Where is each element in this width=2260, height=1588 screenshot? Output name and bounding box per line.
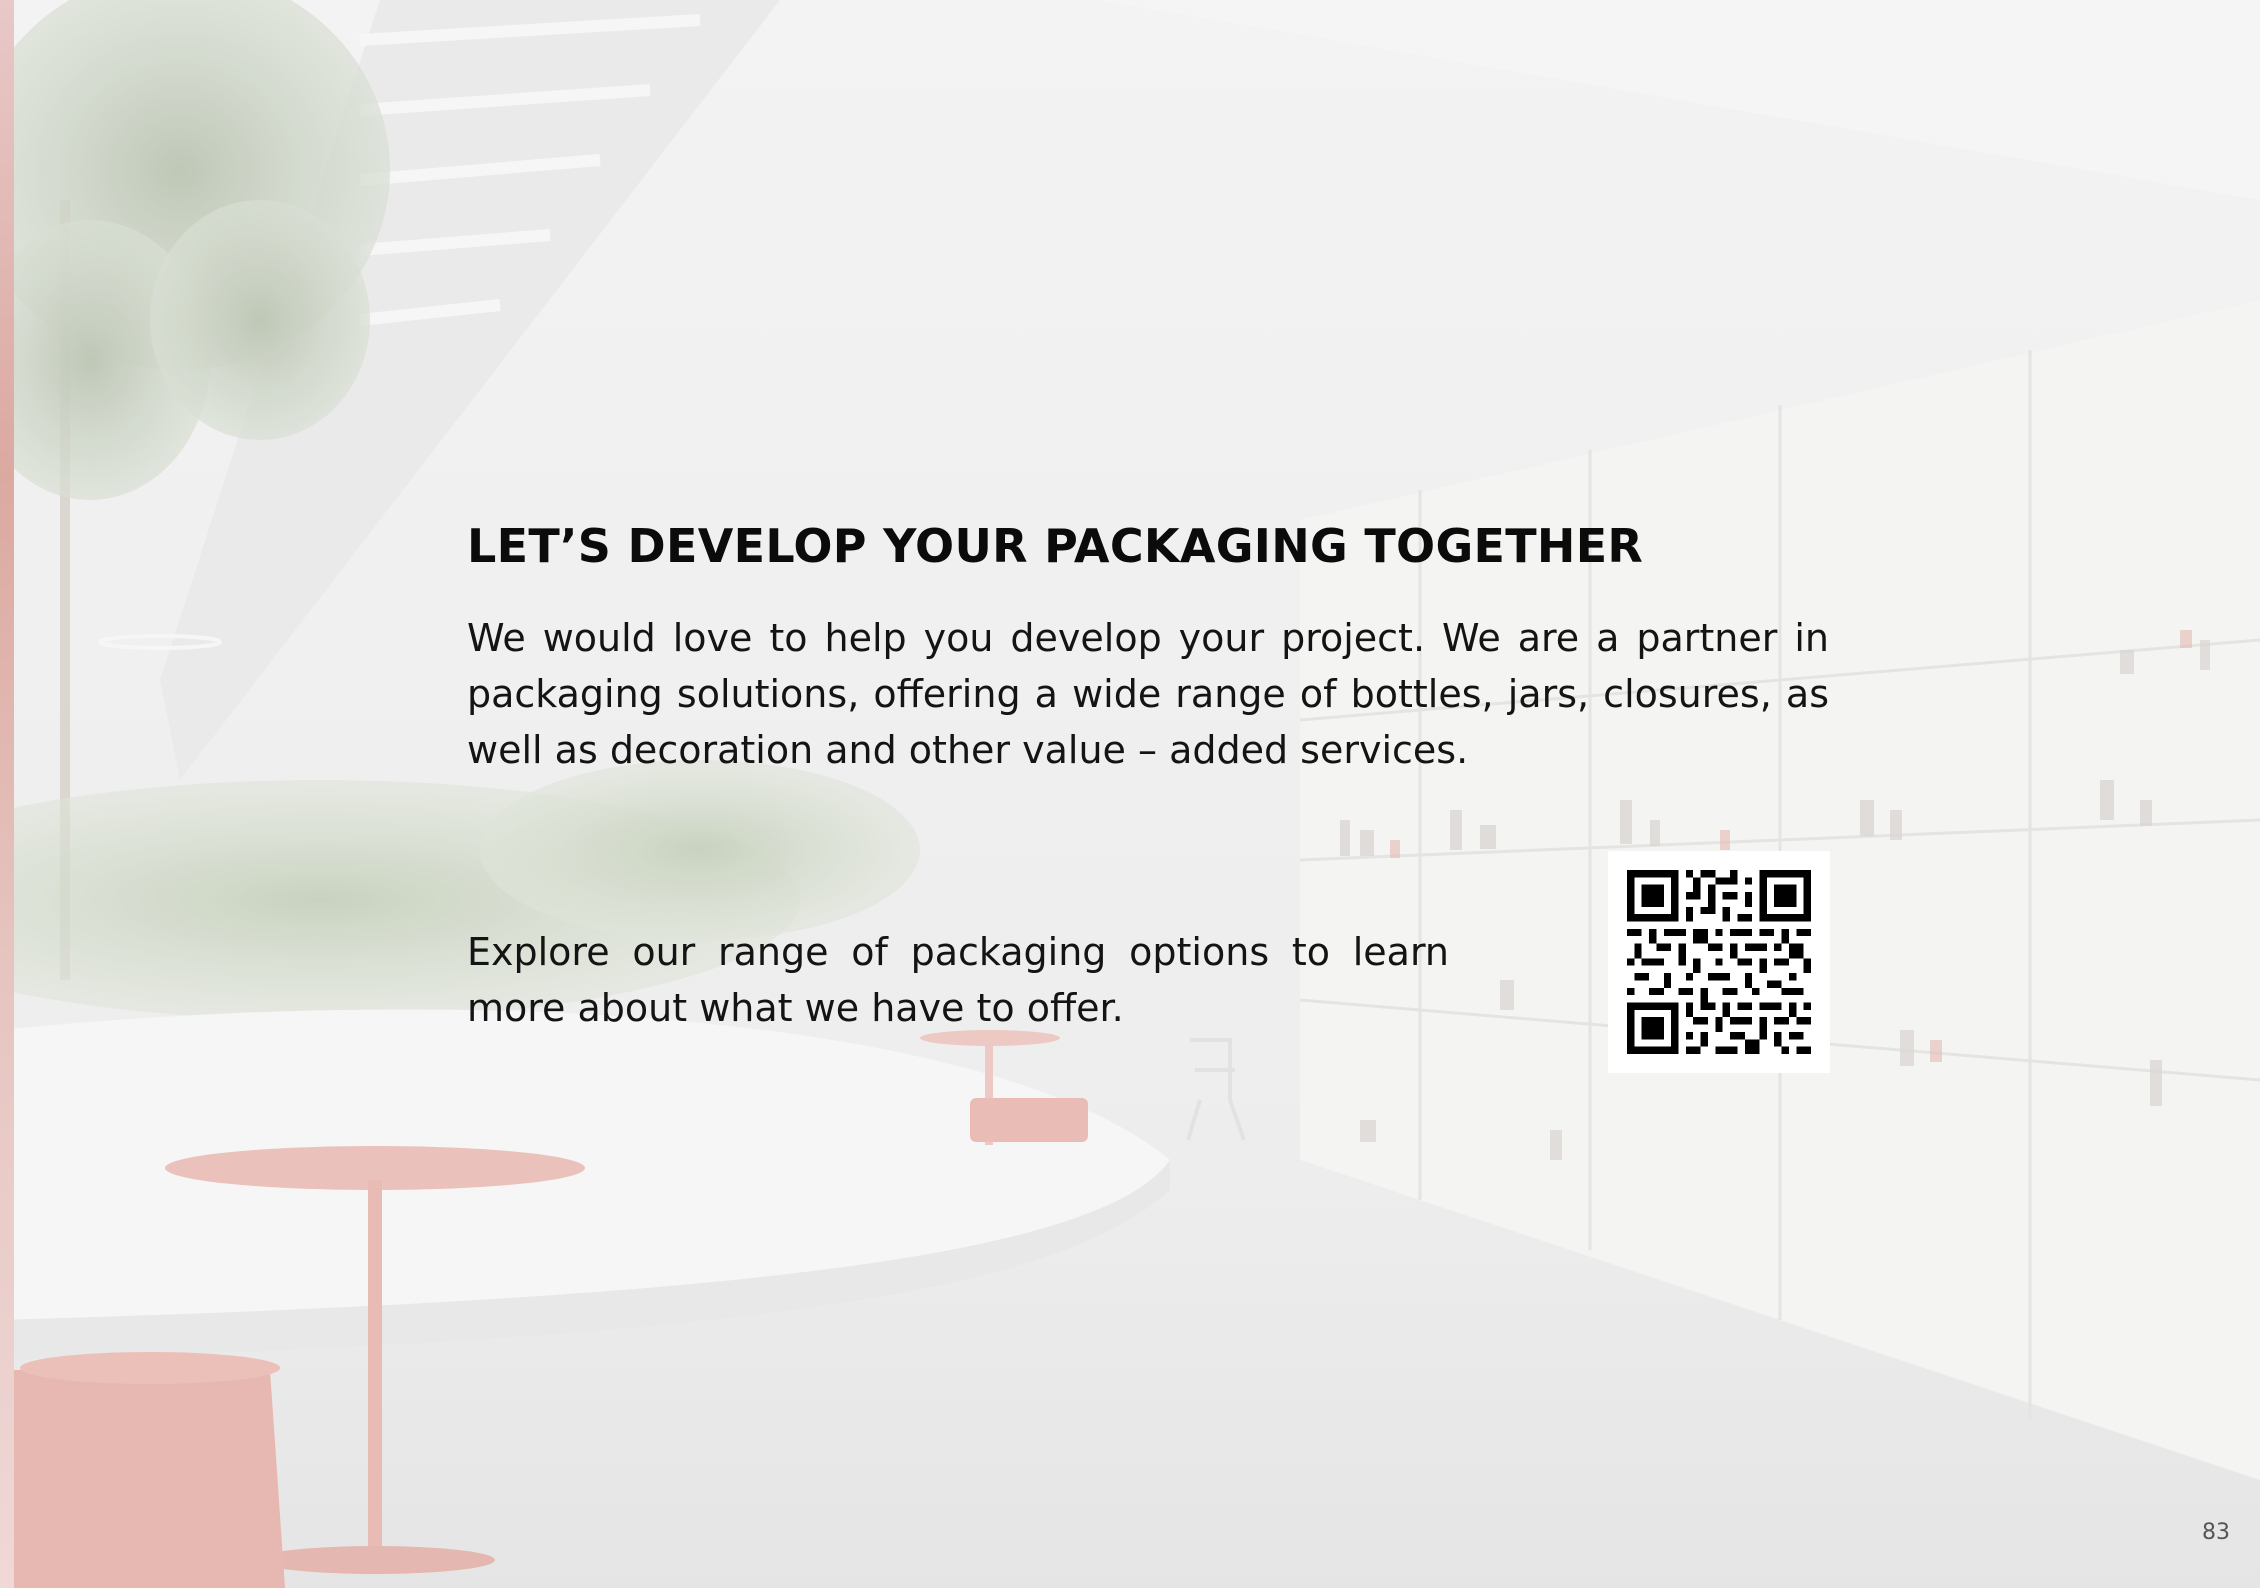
page-number: 83 (2202, 1520, 2230, 1545)
qr-code-icon (1627, 870, 1811, 1054)
brochure-page: LET’S DEVELOP YOUR PACKAGING TOGETHER We… (0, 0, 2260, 1588)
page-heading: LET’S DEVELOP YOUR PACKAGING TOGETHER (467, 519, 1644, 573)
intro-paragraph: We would love to help you develop your p… (467, 616, 1829, 772)
qr-code[interactable] (1608, 851, 1830, 1073)
explore-paragraph: Explore our range of packaging options t… (467, 930, 1449, 1030)
left-accent-strip (0, 0, 14, 1588)
background-overlay (14, 0, 2260, 1588)
